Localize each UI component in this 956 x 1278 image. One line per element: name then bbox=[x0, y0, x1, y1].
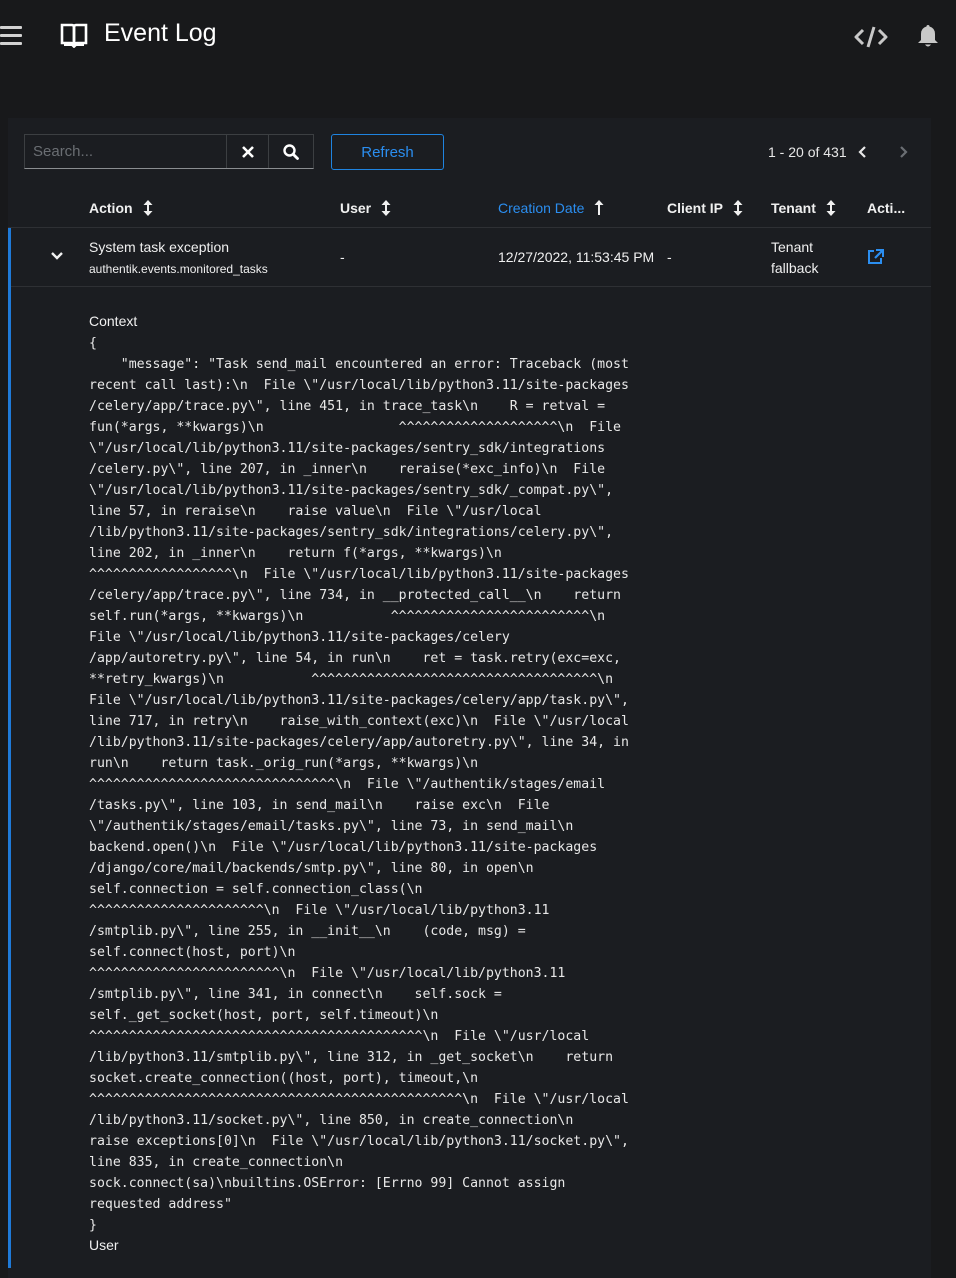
user-label: User bbox=[89, 1237, 119, 1253]
column-header-creation-date[interactable]: Creation Date bbox=[498, 200, 604, 216]
sort-icon bbox=[381, 200, 391, 216]
event-client-ip: - bbox=[667, 249, 672, 265]
refresh-button[interactable]: Refresh bbox=[331, 134, 444, 170]
clear-search-button[interactable] bbox=[226, 135, 268, 168]
column-header-user[interactable]: User bbox=[340, 200, 391, 216]
column-header-client-ip[interactable]: Client IP bbox=[667, 200, 743, 216]
bell-icon[interactable] bbox=[916, 23, 940, 49]
event-creation-date: 12/27/2022, 11:53:45 PM bbox=[498, 249, 655, 265]
masthead: Event Log bbox=[0, 0, 956, 72]
sort-icon bbox=[733, 200, 743, 216]
sort-icon bbox=[143, 200, 153, 216]
divider bbox=[11, 286, 931, 287]
pagination-info: 1 - 20 of 431 bbox=[768, 144, 847, 160]
code-icon[interactable] bbox=[854, 24, 888, 50]
expanded-row-indicator bbox=[8, 228, 11, 1268]
close-icon bbox=[241, 145, 254, 158]
menu-icon[interactable] bbox=[0, 26, 22, 46]
search-box bbox=[24, 134, 314, 169]
column-header-action[interactable]: Action bbox=[89, 200, 153, 216]
event-user: - bbox=[340, 249, 345, 265]
search-icon bbox=[283, 143, 299, 160]
sort-ascending-icon bbox=[594, 200, 604, 215]
sort-icon bbox=[826, 200, 836, 216]
context-label: Context bbox=[89, 313, 138, 329]
external-link-icon[interactable] bbox=[867, 248, 885, 265]
column-header-tenant[interactable]: Tenant bbox=[771, 200, 836, 216]
chevron-down-icon[interactable] bbox=[50, 250, 64, 262]
search-button[interactable] bbox=[268, 135, 313, 168]
book-icon bbox=[60, 23, 88, 48]
context-json: { "message": "Task send_mail encountered… bbox=[89, 336, 629, 1233]
divider bbox=[8, 227, 931, 228]
event-action: System task exception bbox=[89, 239, 230, 255]
event-tenant-name[interactable]: fallback bbox=[771, 260, 818, 276]
chevron-right-icon[interactable] bbox=[897, 144, 909, 160]
search-input[interactable] bbox=[25, 135, 225, 168]
event-app: authentik.events.monitored_tasks bbox=[89, 262, 268, 276]
column-header-actions: Acti... bbox=[867, 200, 906, 216]
page-title: Event Log bbox=[104, 19, 217, 47]
event-tenant-label: Tenant bbox=[771, 239, 814, 255]
chevron-left-icon[interactable] bbox=[857, 144, 869, 160]
